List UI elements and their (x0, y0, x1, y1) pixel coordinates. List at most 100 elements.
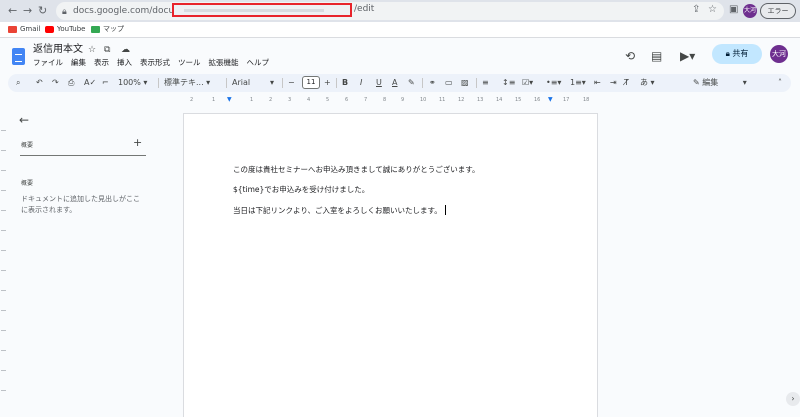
style-value: 標準テキ... (164, 78, 204, 87)
italic-button[interactable]: I (360, 77, 362, 89)
font-select[interactable]: Arial (232, 77, 250, 89)
undo-icon[interactable]: ↶ (36, 77, 43, 89)
decrease-indent-icon[interactable]: ⇤ (594, 77, 601, 89)
horizontal-ruler[interactable]: 2 1 ▼ 1 2 3 4 5 6 7 8 9 10 11 12 13 14 1… (183, 96, 598, 105)
ruler-number: 6 (345, 97, 349, 103)
ruler-number: 5 (326, 97, 330, 103)
input-tools-button[interactable]: あ ▾ (640, 77, 655, 89)
close-outline-arrow-icon[interactable]: ← (19, 113, 29, 127)
menu-bar: ファイル 編集 表示 挿入 表示形式 ツール 拡張機能 ヘルプ (33, 58, 269, 68)
share-page-icon[interactable]: ⇪ (692, 4, 700, 16)
checklist-icon[interactable]: ☑▾ (522, 77, 533, 89)
url-suffix: /edit (354, 4, 375, 14)
menu-view[interactable]: 表示 (94, 58, 109, 68)
ruler-number: 18 (583, 97, 590, 103)
ruler-number: 16 (534, 97, 541, 103)
formatting-toolbar: ⌕ ↶ ↷ ⎙ A✓ ⌐ 100% ▾ 標準テキ... ▾ Arial ▾ − … (8, 74, 791, 92)
comments-icon[interactable]: ▤ (651, 49, 662, 63)
share-label: 共有 (732, 49, 749, 58)
bulleted-list-icon[interactable]: •≡▾ (546, 77, 561, 89)
document-title[interactable]: 返信用本文 (33, 43, 83, 56)
menu-edit[interactable]: 編集 (71, 58, 86, 68)
increase-indent-icon[interactable]: ⇥ (610, 77, 617, 89)
font-size-input[interactable]: 11 (302, 76, 320, 89)
spellcheck-icon[interactable]: A✓ (84, 77, 96, 89)
add-comment-icon[interactable]: ▭ (445, 77, 453, 89)
zoom-select[interactable]: 100% ▾ (118, 77, 147, 89)
gmail-icon (8, 26, 17, 33)
line-spacing-icon[interactable]: ↕≡ (502, 77, 515, 89)
menu-insert[interactable]: 挿入 (117, 58, 132, 68)
numbered-list-icon[interactable]: 1≡▾ (570, 77, 586, 89)
youtube-icon (45, 26, 54, 33)
ruler-number: 13 (477, 97, 484, 103)
clear-formatting-icon[interactable]: T̸ (624, 77, 629, 89)
body-paragraph-3[interactable]: 当日は下記リンクより、ご入室をよろしくお願いいたします。 (233, 205, 446, 216)
right-indent-marker[interactable]: ▼ (548, 96, 553, 104)
body-paragraph-2[interactable]: ${time}でお申込みを受け付けました。 (233, 185, 369, 195)
increase-font-size-button[interactable]: + (324, 77, 331, 89)
font-chevron-icon[interactable]: ▾ (270, 77, 274, 89)
star-icon[interactable]: ☆ (88, 44, 96, 56)
browser-toolbar: ← → ↻ 🔒︎ docs.google.com/document/d/ /ed… (0, 0, 800, 22)
decrease-font-size-button[interactable]: − (288, 77, 295, 89)
move-folder-icon[interactable]: ⧉ (104, 44, 110, 56)
lock-icon[interactable]: 🔒︎ (62, 5, 67, 19)
align-icon[interactable]: ≡ (482, 77, 489, 89)
docs-logo-icon[interactable] (12, 48, 25, 65)
vertical-ruler[interactable] (0, 110, 8, 417)
ruler-number: 3 (288, 97, 292, 103)
share-button[interactable]: 🔒︎ 共有 (712, 44, 762, 64)
collapse-menus-icon[interactable]: ˄ (778, 77, 782, 89)
menu-help[interactable]: ヘルプ (247, 58, 270, 68)
menu-format[interactable]: 表示形式 (140, 58, 170, 68)
text-color-icon[interactable]: A (392, 77, 397, 89)
outline-empty-hint: ドキュメントに追加した見出しがここに表示されます。 (21, 195, 140, 214)
pencil-icon: ✎ (693, 78, 703, 87)
menu-extensions[interactable]: 拡張機能 (209, 58, 239, 68)
print-icon[interactable]: ⎙ (68, 77, 74, 89)
back-icon[interactable]: ← (8, 4, 17, 18)
error-button[interactable]: エラー (760, 3, 796, 19)
ruler-number: 4 (307, 97, 311, 103)
link-icon[interactable]: ⚭ (429, 77, 436, 89)
outline-divider (20, 155, 146, 156)
forward-icon[interactable]: → (23, 4, 32, 18)
menu-tools[interactable]: ツール (178, 58, 201, 68)
bookmark-youtube[interactable]: YouTube (45, 24, 85, 35)
bookmark-label: マップ (103, 25, 124, 33)
underline-button[interactable]: U (376, 77, 382, 89)
search-menus-icon[interactable]: ⌕ (16, 77, 20, 89)
bookmark-label: YouTube (57, 25, 86, 33)
paint-format-icon[interactable]: ⌐ (102, 77, 109, 89)
body-paragraph-3-text: 当日は下記リンクより、ご入室をよろしくお願いいたします。 (233, 206, 442, 215)
profile-avatar[interactable]: 大河 (743, 4, 757, 18)
menu-file[interactable]: ファイル (33, 58, 63, 68)
side-panel-icon[interactable]: ▣ (729, 4, 738, 16)
bold-button[interactable]: B (342, 77, 348, 89)
zoom-value: 100% (118, 78, 141, 87)
ruler-number: 14 (496, 97, 503, 103)
add-summary-button[interactable]: + (133, 137, 142, 149)
explore-expand-icon[interactable]: › (786, 392, 800, 406)
redo-icon[interactable]: ↷ (52, 77, 59, 89)
highlight-icon[interactable]: ✎ (408, 77, 415, 89)
ruler-number: 2 (269, 97, 273, 103)
ruler-number: 9 (401, 97, 405, 103)
insert-image-icon[interactable]: ▨ (461, 77, 469, 89)
body-paragraph-1[interactable]: この度は貴社セミナーへお申込み頂きまして誠にありがとうございます。 (233, 165, 480, 175)
editing-mode-button[interactable]: ✎ 編集 ▾ (693, 77, 747, 89)
bookmark-gmail[interactable]: Gmail (8, 24, 40, 35)
history-icon[interactable]: ⟲ (625, 49, 635, 63)
style-select[interactable]: 標準テキ... ▾ (164, 77, 210, 89)
account-avatar[interactable]: 大河 (770, 45, 788, 63)
bookmark-maps[interactable]: マップ (91, 24, 124, 35)
reload-icon[interactable]: ↻ (38, 4, 47, 18)
left-indent-marker[interactable]: ▼ (227, 96, 232, 104)
address-bar[interactable]: 🔒︎ docs.google.com/document/d/ (56, 2, 724, 20)
document-page[interactable]: この度は貴社セミナーへお申込み頂きまして誠にありがとうございます。 ${time… (183, 113, 598, 417)
bookmark-star-icon[interactable]: ☆ (708, 4, 717, 16)
summary-label: 概要 (21, 142, 34, 149)
meet-icon[interactable]: ▶▾ (680, 49, 695, 63)
cloud-saved-icon[interactable]: ☁ (121, 44, 130, 56)
